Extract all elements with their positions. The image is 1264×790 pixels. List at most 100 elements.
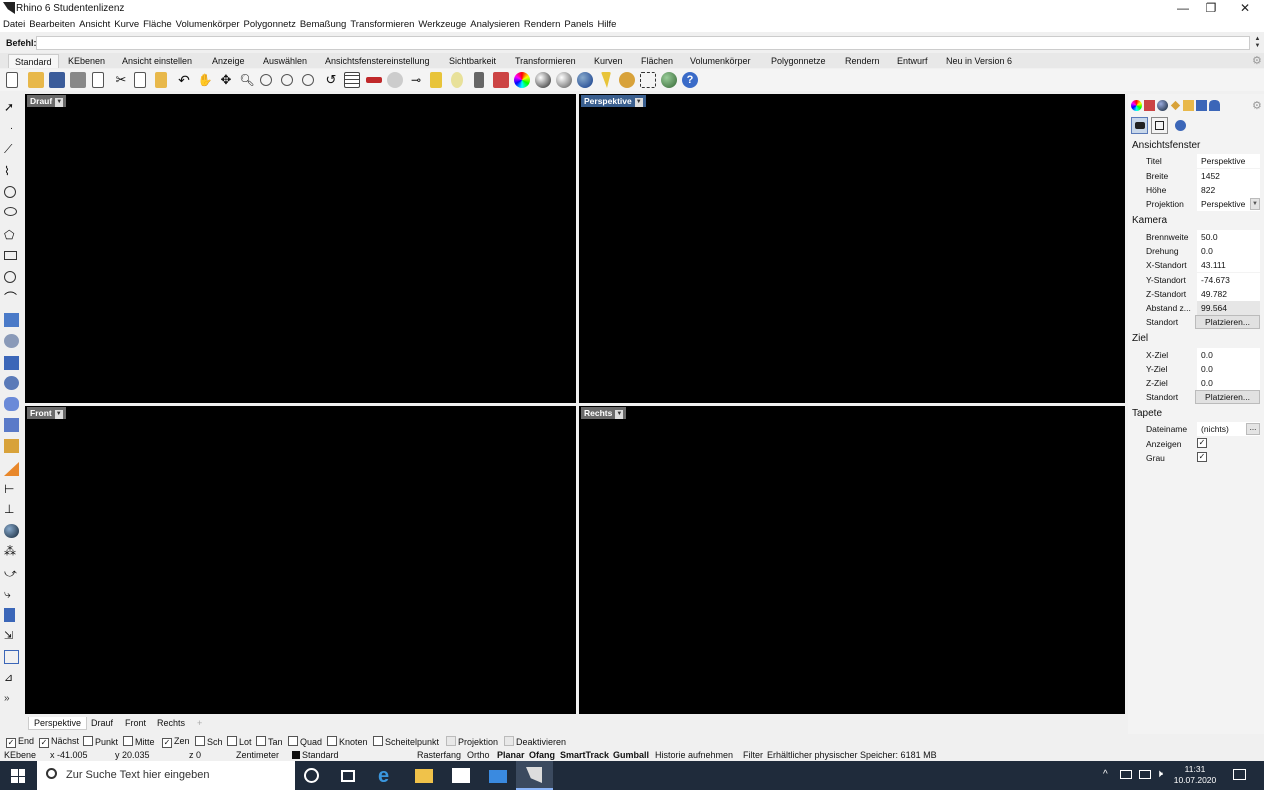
chevron-down-icon[interactable]: ▼ — [1250, 198, 1260, 210]
status-filter[interactable]: Filter — [743, 750, 763, 760]
viewport-subtab-icon[interactable] — [1151, 117, 1168, 134]
browse-file-button[interactable]: ... — [1246, 423, 1260, 435]
rectangle-icon[interactable] — [4, 251, 17, 260]
task-view-icon[interactable] — [341, 770, 355, 782]
status-layer[interactable]: Standard — [302, 750, 339, 760]
zoom-icon[interactable]: 🔍︎ — [239, 72, 255, 88]
chevron-down-icon[interactable]: ▼ — [54, 410, 63, 419]
array-icon[interactable] — [4, 650, 19, 664]
tab-auswaehlen[interactable]: Auswählen — [257, 54, 313, 68]
osnap-projektion[interactable]: Projektion — [446, 736, 498, 747]
show-objects-icon[interactable] — [430, 72, 442, 88]
camera-place-button[interactable]: Platzieren... — [1195, 315, 1260, 329]
osnap-tan-checkbox[interactable] — [256, 736, 266, 746]
tab-neu-in-version-6[interactable]: Neu in Version 6 — [940, 54, 1018, 68]
osnap-punkt-checkbox[interactable] — [83, 736, 93, 746]
rotate-view-icon[interactable]: ✥ — [218, 72, 234, 88]
viewport-right-label[interactable]: Rechts ▼ — [581, 407, 627, 419]
properties-tab-icon[interactable] — [1131, 100, 1142, 111]
osnap-zen[interactable]: ✓ Zen — [162, 736, 190, 748]
menu-polygonnetz[interactable]: Polygonnetz — [243, 17, 299, 32]
status-history[interactable]: Historie aufnehmen — [655, 750, 733, 760]
status-unit[interactable]: Zentimeter — [236, 750, 279, 760]
field-brennweite[interactable]: 50.0 — [1197, 230, 1260, 244]
viewport-tab-rechts[interactable]: Rechts — [152, 717, 190, 729]
osnap-tan[interactable]: Tan — [256, 736, 283, 747]
environment-sphere-icon[interactable] — [577, 72, 593, 88]
object-subtab-icon[interactable] — [1172, 117, 1189, 134]
library-tab-icon[interactable] — [1183, 100, 1194, 111]
dimension-icon[interactable]: ⊢ — [4, 482, 19, 496]
notification-center-icon[interactable] — [1233, 769, 1246, 780]
text-dim-icon[interactable]: ⊥ — [4, 502, 19, 516]
field-z-standort[interactable]: 49.782 — [1197, 287, 1260, 301]
field-x-standort[interactable]: 43.111 — [1197, 258, 1260, 272]
undo-view-icon[interactable]: ↺ — [323, 72, 339, 88]
layer-icon[interactable] — [493, 72, 509, 88]
edge-browser-icon[interactable]: e — [378, 766, 396, 786]
osnap-punkt[interactable]: Punkt — [83, 736, 118, 747]
import-icon[interactable] — [92, 72, 104, 88]
tab-kebenen[interactable]: KEbenen — [62, 54, 111, 68]
render-sphere-icon[interactable] — [556, 72, 572, 88]
grau-checkbox[interactable]: ✓ — [1197, 452, 1207, 462]
layers-tab-icon[interactable] — [1144, 100, 1155, 111]
menu-kurve[interactable]: Kurve — [113, 17, 142, 32]
tab-transformieren[interactable]: Transformieren — [509, 54, 582, 68]
zoom-selected-icon[interactable] — [302, 74, 314, 86]
menu-rendern[interactable]: Rendern — [523, 17, 563, 32]
osnap-zen-checkbox[interactable]: ✓ — [162, 738, 172, 748]
cut-icon[interactable]: ✂ — [113, 72, 129, 88]
render-icon[interactable] — [4, 462, 19, 476]
display-tab-icon[interactable] — [1170, 100, 1181, 111]
osnap-quad-checkbox[interactable] — [288, 736, 298, 746]
osnap-deaktivieren[interactable]: Deaktivieren — [504, 736, 566, 747]
box-icon[interactable] — [4, 356, 19, 370]
tab-kurven[interactable]: Kurven — [588, 54, 629, 68]
text-object-icon[interactable] — [4, 608, 15, 622]
windows-start-icon[interactable] — [11, 769, 25, 783]
polyline-icon[interactable]: ⟋ — [4, 142, 19, 156]
osnap-sch-checkbox[interactable] — [195, 736, 205, 746]
field-z-ziel[interactable]: 0.0 — [1197, 376, 1260, 390]
select-arrow-icon[interactable]: ➚ — [4, 100, 19, 114]
field-y-standort[interactable]: -74.673 — [1197, 273, 1260, 287]
status-osnap[interactable]: Ofang — [529, 750, 555, 760]
paste-icon[interactable] — [155, 72, 167, 88]
packages-icon[interactable] — [661, 72, 677, 88]
menu-analysieren[interactable]: Analysieren — [469, 17, 523, 32]
set-view-icon[interactable] — [387, 72, 403, 88]
osnap-scheitelpunkt[interactable]: Scheitelpunkt — [373, 736, 439, 747]
point-icon[interactable]: · — [4, 122, 19, 136]
status-grid-snap[interactable]: Rasterfang — [417, 750, 461, 760]
add-viewport-tab-plus-icon[interactable]: + — [192, 717, 207, 729]
mesh-icon[interactable] — [4, 418, 19, 432]
menu-bearbeiten[interactable]: Bearbeiten — [28, 17, 78, 32]
tab-sichtbarkeit[interactable]: Sichtbarkeit — [443, 54, 502, 68]
menu-bemassung[interactable]: Bemaßung — [299, 17, 349, 32]
osnap-sch[interactable]: Sch — [195, 736, 223, 747]
tray-volume-icon[interactable]: 🕨︎ — [1156, 768, 1163, 781]
menu-volumenkoerper[interactable]: Volumenkörper — [175, 17, 243, 32]
maximize-button[interactable]: ❐ — [1194, 0, 1228, 17]
status-gumball[interactable]: Gumball — [613, 750, 649, 760]
zoom-extents-icon[interactable] — [281, 74, 293, 86]
tab-polygonnetze[interactable]: Polygonnetze — [765, 54, 832, 68]
status-ortho[interactable]: Ortho — [467, 750, 490, 760]
status-cplane[interactable]: KEbene — [4, 750, 36, 760]
arc-icon[interactable] — [4, 271, 16, 283]
trim-icon[interactable]: ⤷ — [4, 587, 19, 601]
mesh-tools-icon[interactable] — [4, 439, 19, 453]
osnap-naechst[interactable]: ✓ Nächst — [39, 736, 79, 748]
osnap-knoten-checkbox[interactable] — [327, 736, 337, 746]
cylinder-icon[interactable] — [4, 397, 19, 411]
osnap-lot-checkbox[interactable] — [227, 736, 237, 746]
light-icon[interactable] — [451, 72, 463, 88]
viewport-top[interactable]: Drauf ▼ — [25, 94, 576, 403]
viewport-perspective[interactable]: Perspektive ▼ — [579, 94, 1125, 403]
revolve-icon[interactable] — [4, 334, 19, 348]
status-planar[interactable]: Planar — [497, 750, 525, 760]
chevron-down-icon[interactable]: ▼ — [55, 98, 64, 107]
material-icon[interactable] — [4, 524, 19, 538]
transform-icon[interactable]: ⇲ — [4, 629, 19, 643]
